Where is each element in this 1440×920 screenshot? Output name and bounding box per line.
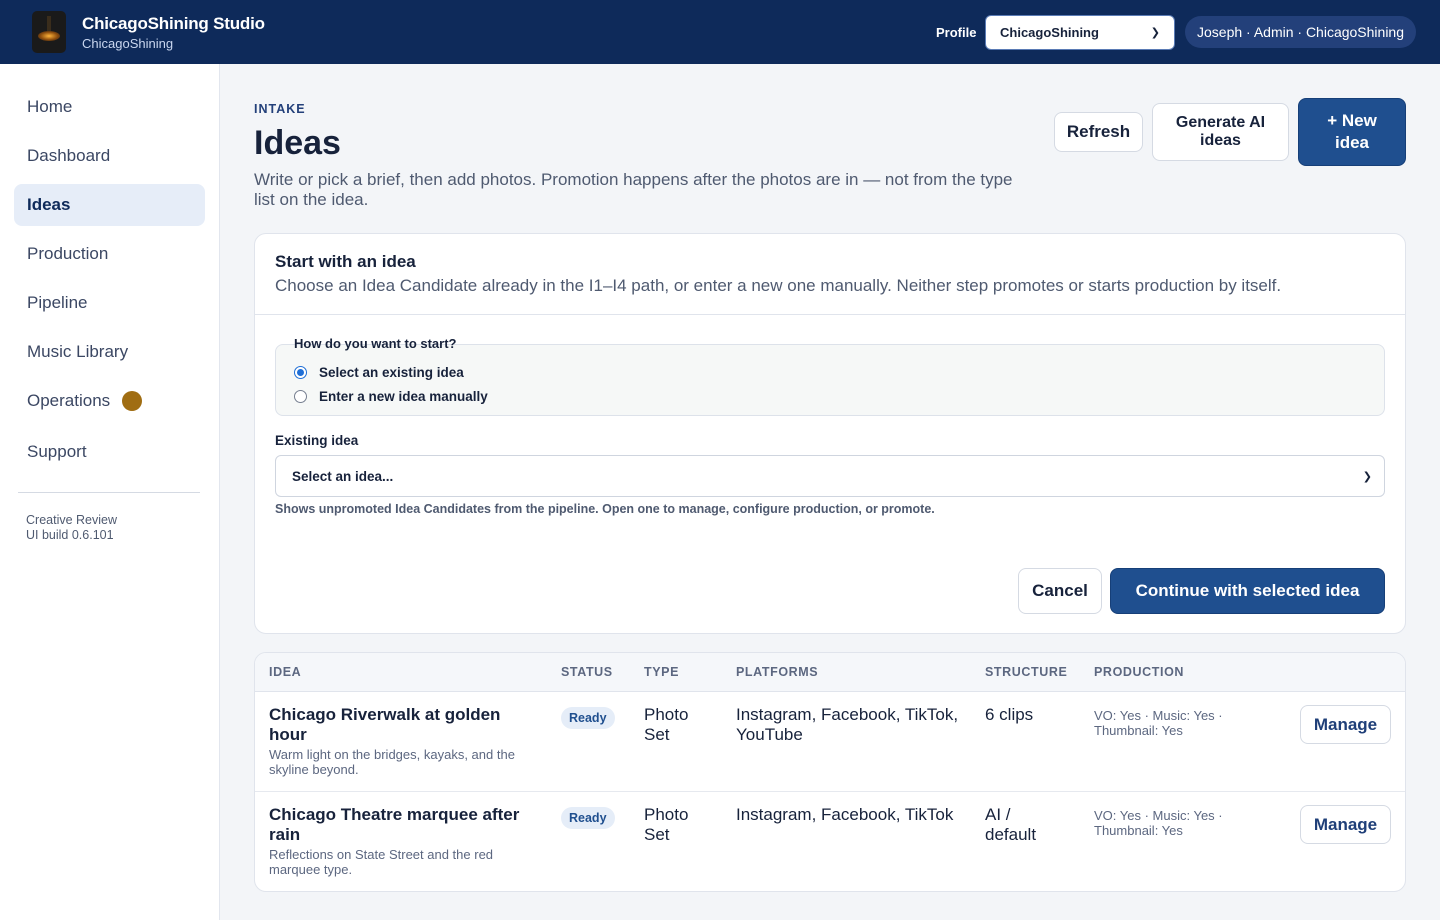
idea-platforms: Instagram, Facebook, TikTok: [736, 805, 954, 824]
existing-idea-select-value: Select an idea...: [292, 468, 394, 484]
generate-ai-ideas-button[interactable]: Generate AI ideas: [1152, 103, 1289, 161]
refresh-button[interactable]: Refresh: [1054, 112, 1143, 152]
ideas-table: IDEA STATUS TYPE PLATFORMS STRUCTURE PRO…: [254, 652, 1406, 892]
manage-button[interactable]: Manage: [1300, 805, 1391, 844]
start-idea-card: Start with an idea Choose an Idea Candid…: [254, 233, 1406, 634]
idea-title: Chicago Riverwalk at golden hour: [269, 705, 501, 744]
chevron-down-icon: ❯: [1150, 27, 1160, 39]
build-info: Creative Review UI build 0.6.101: [26, 513, 117, 543]
status-badge: Ready: [561, 707, 615, 729]
column-header-structure: STRUCTURE: [985, 665, 1068, 679]
new-idea-button[interactable]: + New idea: [1298, 98, 1406, 166]
option-label: Enter a new idea manually: [319, 389, 488, 404]
radio-checked-icon[interactable]: [294, 366, 307, 379]
existing-idea-help: Shows unpromoted Idea Candidates from th…: [275, 502, 935, 516]
continue-button[interactable]: Continue with selected idea: [1110, 568, 1385, 614]
brand-title: ChicagoShining Studio: [82, 14, 265, 33]
column-header-platforms: PLATFORMS: [736, 665, 819, 679]
column-header-production: PRODUCTION: [1094, 665, 1185, 679]
build-line-2: UI build 0.6.101: [26, 528, 114, 542]
column-header-idea: IDEA: [269, 665, 302, 679]
sidebar-item-operations[interactable]: Operations: [14, 380, 205, 422]
card-title: Start with an idea: [275, 252, 416, 271]
table-row: Chicago Theatre marquee after rain Refle…: [255, 792, 1405, 891]
idea-structure: 6 clips: [985, 705, 1034, 724]
page-eyebrow: INTAKE: [254, 102, 306, 116]
idea-type: Photo Set: [644, 805, 689, 844]
build-line-1: Creative Review: [26, 513, 118, 527]
existing-idea-select[interactable]: Select an idea... ❯: [275, 455, 1385, 497]
card-divider: [255, 314, 1405, 315]
idea-title: Chicago Theatre marquee after rain: [269, 805, 520, 844]
start-mode-question: How do you want to start?: [294, 336, 457, 351]
brand-logo[interactable]: [32, 11, 66, 53]
card-subtitle: Choose an Idea Candidate already in the …: [275, 276, 1282, 295]
profile-label: Profile: [936, 25, 977, 40]
table-header: IDEA STATUS TYPE PLATFORMS STRUCTURE PRO…: [255, 653, 1405, 692]
sidebar-item-home[interactable]: Home: [14, 86, 205, 128]
sidebar-item-label: Operations: [27, 391, 111, 410]
sidebar-item-production[interactable]: Production: [14, 233, 205, 275]
sidebar: Home Dashboard Ideas Production Pipeline…: [0, 64, 220, 920]
page-description: Write or pick a brief, then add photos. …: [254, 170, 1013, 209]
idea-structure: AI / default: [985, 805, 1037, 844]
existing-idea-label: Existing idea: [275, 433, 359, 448]
option-enter-manually[interactable]: Enter a new idea manually: [294, 389, 488, 404]
user-menu[interactable]: Joseph · Admin · ChicagoShining: [1185, 16, 1417, 48]
table-row: Chicago Riverwalk at golden hour Warm li…: [255, 692, 1405, 792]
idea-type: Photo Set: [644, 705, 689, 744]
status-badge: Ready: [561, 807, 615, 829]
start-mode-fieldset: How do you want to start? Select an exis…: [275, 336, 1385, 416]
idea-production: VO: Yes · Music: Yes · Thumbnail: Yes: [1094, 808, 1223, 838]
sidebar-item-music-library[interactable]: Music Library: [14, 331, 205, 373]
profile-select[interactable]: ChicagoShining ❯: [985, 15, 1175, 50]
profile-select-value: ChicagoShining: [1000, 25, 1099, 40]
top-bar: ChicagoShining Studio ChicagoShining Pro…: [0, 0, 1440, 64]
sidebar-divider: [18, 492, 200, 493]
sidebar-item-ideas[interactable]: Ideas: [14, 184, 205, 226]
cancel-button[interactable]: Cancel: [1018, 568, 1102, 614]
sidebar-item-pipeline[interactable]: Pipeline: [14, 282, 205, 324]
radio-unchecked-icon[interactable]: [294, 390, 307, 403]
idea-description: Reflections on State Street and the red …: [269, 847, 494, 877]
column-header-status: STATUS: [561, 665, 613, 679]
idea-platforms: Instagram, Facebook, TikTok, YouTube: [736, 705, 959, 744]
chevron-down-icon: ❯: [1362, 470, 1372, 483]
idea-production: VO: Yes · Music: Yes · Thumbnail: Yes: [1094, 708, 1223, 738]
sidebar-item-dashboard[interactable]: Dashboard: [14, 135, 205, 177]
option-label: Select an existing idea: [319, 365, 464, 380]
option-select-existing[interactable]: Select an existing idea: [294, 365, 464, 380]
column-header-type: TYPE: [644, 665, 680, 679]
manage-button[interactable]: Manage: [1300, 705, 1391, 744]
brand-subtitle: ChicagoShining: [82, 36, 174, 51]
main-content: INTAKE Ideas Write or pick a brief, then…: [220, 64, 1440, 920]
idea-description: Warm light on the bridges, kayaks, and t…: [269, 747, 515, 777]
page-title: Ideas: [254, 124, 341, 162]
sidebar-item-support[interactable]: Support: [14, 431, 205, 473]
status-dot-icon: [122, 391, 143, 411]
